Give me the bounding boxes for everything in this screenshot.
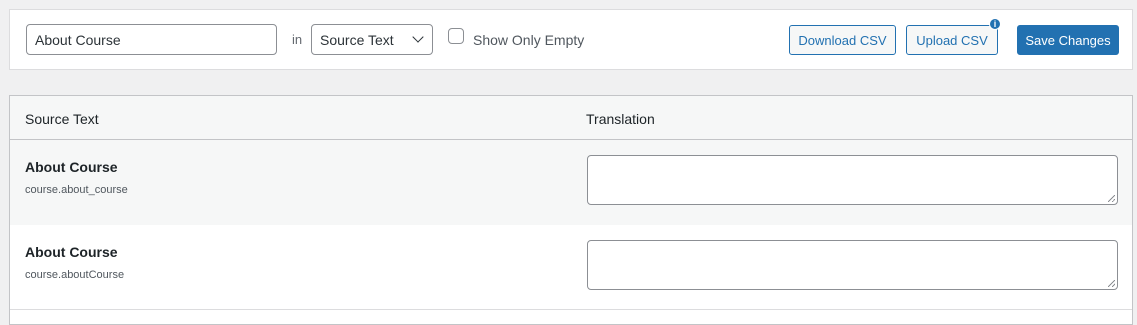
- show-only-empty-label[interactable]: Show Only Empty: [473, 32, 584, 48]
- column-header-source: Source Text: [25, 111, 99, 127]
- column-header-translation: Translation: [586, 111, 655, 127]
- chevron-down-icon: [412, 31, 424, 43]
- toolbar: in Source Text Show Only Empty Download …: [9, 9, 1133, 70]
- translations-table: Source Text Translation About Course cou…: [9, 95, 1133, 325]
- table-row: About Course course.about_course: [10, 140, 1132, 225]
- translation-textarea[interactable]: [587, 155, 1118, 205]
- source-text-key: course.about_course: [25, 184, 128, 196]
- info-icon: i: [989, 18, 1001, 30]
- source-text-key: course.aboutCourse: [25, 269, 125, 281]
- resize-handle-icon[interactable]: [1108, 280, 1115, 287]
- search-input[interactable]: [26, 24, 277, 55]
- resize-handle-icon[interactable]: [1108, 195, 1115, 202]
- save-changes-button[interactable]: Save Changes: [1017, 25, 1119, 55]
- search-field-select[interactable]: Source Text: [311, 24, 433, 55]
- show-only-empty-checkbox[interactable]: [448, 28, 464, 44]
- select-value: Source Text: [320, 32, 394, 48]
- download-csv-button[interactable]: Download CSV: [789, 25, 896, 55]
- table-row: About Course course.aboutCourse: [10, 225, 1132, 310]
- upload-csv-button[interactable]: Upload CSV: [906, 25, 998, 55]
- source-text-title: About Course: [25, 244, 118, 260]
- table-header: Source Text Translation: [10, 96, 1132, 140]
- translation-textarea[interactable]: [587, 240, 1118, 290]
- source-text-title: About Course: [25, 159, 118, 175]
- in-label: in: [292, 32, 303, 47]
